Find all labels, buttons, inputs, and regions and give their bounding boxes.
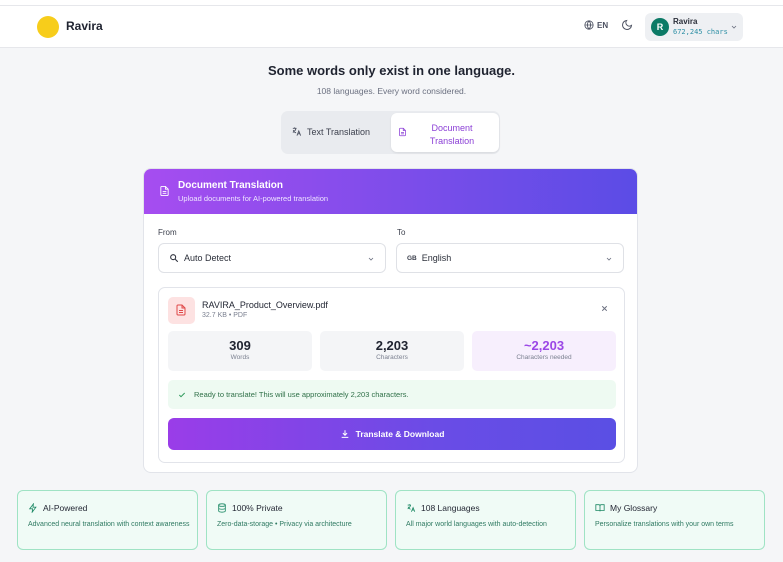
- file-icon: [160, 185, 169, 197]
- stat-caption: Words: [230, 354, 250, 361]
- translate-icon: [407, 504, 416, 512]
- feature-title: 108 Languages: [421, 503, 480, 513]
- language-switcher[interactable]: EN: [584, 20, 608, 30]
- target-language-select[interactable]: GB English: [396, 243, 624, 273]
- feature-languages: 108 Languages All major world languages …: [395, 490, 576, 550]
- card-subtitle: Upload documents for AI-powered translat…: [178, 194, 329, 203]
- tab-label: Document Translation: [429, 123, 475, 146]
- mode-tabs: Text Translation Document Translation: [281, 111, 500, 154]
- user-menu[interactable]: R Ravira 672,245 chars: [645, 13, 743, 41]
- stat-caption: Characters needed: [516, 354, 572, 361]
- file-meta: 32.7 KB • PDF: [202, 312, 248, 319]
- moon-icon: [622, 19, 633, 30]
- from-label: From: [158, 228, 177, 237]
- feature-description: Advanced neural translation with context…: [28, 521, 190, 528]
- close-icon[interactable]: [600, 304, 609, 313]
- database-icon: [218, 503, 226, 513]
- feature-title: AI-Powered: [43, 503, 88, 513]
- tab-text-translation[interactable]: Text Translation: [291, 126, 370, 137]
- tab-document-translation[interactable]: Document Translation: [391, 113, 499, 152]
- stat-caption: Characters: [376, 354, 408, 361]
- page-title: Some words only exist in one language.: [267, 63, 516, 78]
- translate-download-button[interactable]: Translate & Download: [168, 418, 616, 450]
- to-label: To: [397, 228, 406, 237]
- stat-words: 309 Words: [168, 331, 312, 371]
- card-header: Document Translation Upload documents fo…: [144, 169, 637, 214]
- user-char-balance: 672,245 chars: [673, 28, 728, 36]
- book-icon: [595, 504, 605, 512]
- globe-icon: [584, 20, 594, 30]
- theme-toggle[interactable]: [621, 18, 635, 32]
- document-translation-card: Document Translation Upload documents fo…: [143, 168, 638, 473]
- stat-characters: 2,203 Characters: [320, 331, 464, 371]
- target-language-value: English: [421, 253, 452, 263]
- feature-description: Zero-data-storage • Privacy via architec…: [217, 521, 352, 528]
- logo-icon[interactable]: [37, 16, 59, 38]
- chevron-down-icon: [368, 257, 374, 261]
- chevron-down-icon: [606, 257, 612, 261]
- feature-title: 100% Private: [232, 503, 283, 513]
- tab-label: Text Translation: [307, 126, 371, 137]
- page-subtitle: 108 languages. Every word considered.: [316, 86, 467, 96]
- flag-gb-icon: GB: [407, 254, 417, 262]
- app-name[interactable]: Ravira: [66, 19, 103, 33]
- file-name: RAVIRA_Product_Overview.pdf: [202, 300, 328, 310]
- ready-text: Ready to translate! This will use approx…: [194, 390, 409, 399]
- translate-download-label: Translate & Download: [355, 429, 445, 439]
- app-header: Ravira EN R Ravira 672,245 chars: [0, 6, 783, 48]
- feature-title: My Glossary: [610, 503, 658, 513]
- stat-value: ~2,203: [523, 338, 565, 353]
- chevron-down-icon: [731, 25, 737, 29]
- feature-glossary[interactable]: My Glossary Personalize translations wit…: [584, 490, 765, 550]
- source-language-value: Auto Detect: [184, 253, 232, 263]
- uploaded-file-panel: RAVIRA_Product_Overview.pdf 32.7 KB • PD…: [158, 287, 625, 463]
- user-name: Ravira: [673, 17, 698, 26]
- source-language-select[interactable]: Auto Detect: [158, 243, 386, 273]
- zap-icon: [28, 503, 37, 513]
- feature-description: All major world languages with auto-dete…: [406, 521, 547, 528]
- language-code: EN: [597, 20, 609, 30]
- feature-description: Personalize translations with your own t…: [595, 521, 734, 528]
- ready-notice: Ready to translate! This will use approx…: [168, 380, 616, 409]
- feature-ai-powered: AI-Powered Advanced neural translation w…: [17, 490, 198, 550]
- stat-characters-needed: ~2,203 Characters needed: [472, 331, 616, 371]
- feature-private: 100% Private Zero-data-storage • Privacy…: [206, 490, 387, 550]
- check-icon: [178, 392, 186, 398]
- stat-value: 309: [229, 338, 251, 353]
- card-title: Document Translation: [178, 180, 284, 191]
- stat-value: 2,203: [375, 338, 409, 353]
- pdf-file-icon: [168, 297, 195, 324]
- search-icon: [170, 254, 179, 263]
- avatar: R: [651, 18, 669, 36]
- translate-icon: [292, 127, 302, 136]
- download-icon: [341, 430, 348, 438]
- file-icon: [399, 127, 406, 137]
